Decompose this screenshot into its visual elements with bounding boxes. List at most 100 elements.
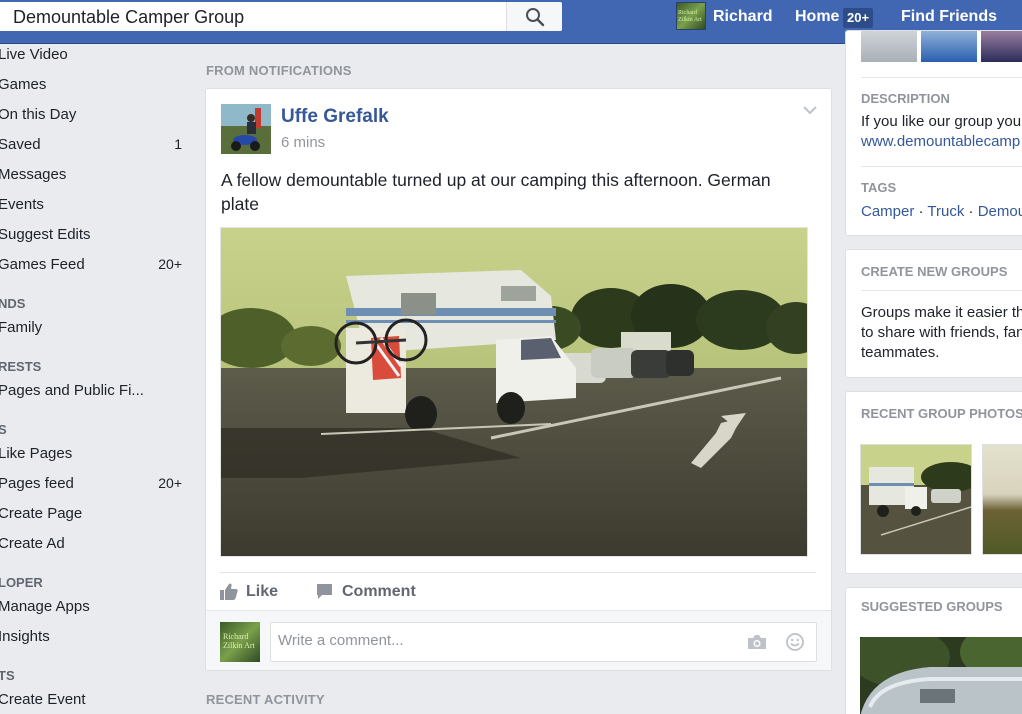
sidebar-item-count: 20+ xyxy=(158,475,182,491)
from-notifications-header: FROM NOTIFICATIONS xyxy=(206,63,352,78)
comment-input[interactable] xyxy=(278,632,718,649)
group-member-photo[interactable] xyxy=(921,31,977,62)
commenter-avatar-text: Richard Zilkin Art xyxy=(223,632,255,650)
home-notification-badge: 20+ xyxy=(843,8,874,28)
sidebar-item-label: Insights xyxy=(0,628,50,645)
recent-group-photos-card: RECENT GROUP PHOTOS xyxy=(845,391,1022,574)
tag-link[interactable]: Truck xyxy=(927,203,964,220)
chevron-down-icon[interactable] xyxy=(803,105,817,115)
sidebar-item-label: Games xyxy=(0,76,47,93)
sidebar-item-label: Live Video xyxy=(0,46,68,63)
like-button[interactable]: Like xyxy=(220,579,290,603)
search-icon xyxy=(526,8,545,27)
sidebar-item-manage-apps[interactable]: Manage Apps xyxy=(0,596,190,618)
airstream-thumbnail-image xyxy=(860,637,1022,714)
sidebar-item-label: Suggest Edits xyxy=(0,226,91,243)
sidebar-item-count: 20+ xyxy=(158,256,182,272)
group-member-photo[interactable] xyxy=(861,31,917,62)
tag-link[interactable]: Demou xyxy=(978,203,1022,220)
section-divider xyxy=(861,290,1022,291)
sidebar-item-label: Pages and Public Fi... xyxy=(0,382,144,399)
section-divider xyxy=(861,77,1022,78)
create-groups-label: CREATE NEW GROUPS xyxy=(861,264,1008,279)
group-photo-thumbnail[interactable] xyxy=(860,444,972,555)
sidebar-section-header: RESTS xyxy=(0,359,42,374)
create-groups-text-line: Groups make it easier th xyxy=(861,304,1022,321)
suggested-groups-label: SUGGESTED GROUPS xyxy=(861,599,1003,614)
suggested-groups-card: SUGGESTED GROUPS xyxy=(845,587,1022,714)
nav-profile-link[interactable]: Richard xyxy=(713,8,773,26)
sidebar-item-like-pages[interactable]: Like Pages xyxy=(0,443,190,465)
group-member-photo[interactable] xyxy=(981,31,1022,62)
post-author-avatar[interactable] xyxy=(221,104,271,154)
emoji-icon[interactable] xyxy=(786,633,804,651)
tag-separator: · xyxy=(964,203,978,220)
sidebar-item-label: Create Ad xyxy=(0,535,65,552)
sidebar-item-label: Create Page xyxy=(0,505,83,522)
tags-label: TAGS xyxy=(861,180,897,195)
recent-photos-label: RECENT GROUP PHOTOS xyxy=(861,406,1022,421)
create-groups-text-line: to share with friends, fan xyxy=(861,324,1022,341)
comment-input-box[interactable] xyxy=(270,622,817,662)
sidebar-item-on-this-day[interactable]: On this Day xyxy=(0,104,190,126)
sidebar-item-suggest-edits[interactable]: Suggest Edits xyxy=(0,224,190,246)
post-author-name[interactable]: Uffe Grefalk xyxy=(281,106,389,128)
sidebar-item-pages-feed[interactable]: Pages feed 20+ xyxy=(0,473,190,495)
sidebar-section-header: TS xyxy=(0,668,15,683)
comment-button[interactable]: Comment xyxy=(316,579,426,603)
sidebar-item-label: Manage Apps xyxy=(0,598,90,615)
post-divider xyxy=(220,572,816,573)
create-groups-card: CREATE NEW GROUPS Groups make it easier … xyxy=(845,249,1022,378)
sidebar-item-create-ad[interactable]: Create Ad xyxy=(0,533,190,555)
sidebar-item-label: Like Pages xyxy=(0,445,73,462)
camera-icon[interactable] xyxy=(747,634,767,650)
sidebar-item-label: Saved xyxy=(0,136,41,153)
nav-avatar[interactable]: Richard Zilkin Art xyxy=(676,2,706,30)
description-text: If you like our group you xyxy=(861,113,1022,130)
create-groups-text-line: teammates. xyxy=(861,344,940,361)
recent-activity-header: RECENT ACTIVITY xyxy=(206,692,325,707)
sidebar-item-family[interactable]: Family xyxy=(0,317,190,339)
comment-label: Comment xyxy=(342,583,416,600)
sidebar-item-create-event[interactable]: Create Event xyxy=(0,689,190,711)
suggested-group-photo[interactable] xyxy=(860,637,1022,714)
search-box[interactable]: Demountable Camper Group xyxy=(0,2,562,31)
camper-photo-image xyxy=(221,228,807,556)
sidebar-item-label: Games Feed xyxy=(0,256,85,273)
comment-icon xyxy=(317,584,332,599)
search-input[interactable]: Demountable Camper Group xyxy=(13,7,244,28)
sidebar-item-saved[interactable]: Saved 1 xyxy=(0,134,190,156)
commenter-avatar[interactable]: Richard Zilkin Art xyxy=(220,622,260,662)
post-photo[interactable] xyxy=(220,227,808,557)
tag-separator: · xyxy=(914,203,928,220)
section-divider xyxy=(861,166,1022,167)
sidebar-item-events[interactable]: Events xyxy=(0,194,190,216)
sidebar-item-label: Messages xyxy=(0,166,67,183)
sidebar-item-create-page[interactable]: Create Page xyxy=(0,503,190,525)
tags-list: Camper · Truck · Demou xyxy=(861,202,1022,222)
sidebar-item-label: Family xyxy=(0,319,43,336)
search-button[interactable] xyxy=(506,2,562,31)
description-link[interactable]: www.demountablecamp xyxy=(861,132,1020,152)
group-about-card: DESCRIPTION If you like our group you ww… xyxy=(845,30,1022,236)
sidebar-section-header: NDS xyxy=(0,296,26,311)
sidebar-item-label: Create Event xyxy=(0,691,86,708)
sidebar-item-insights[interactable]: Insights xyxy=(0,626,190,648)
sidebar-item-count: 1 xyxy=(174,136,182,152)
description-label: DESCRIPTION xyxy=(861,91,950,106)
sidebar-item-games-feed[interactable]: Games Feed 20+ xyxy=(0,254,190,276)
nav-find-friends-link[interactable]: Find Friends xyxy=(901,8,997,26)
sidebar-item-label: Events xyxy=(0,196,44,213)
post-timestamp[interactable]: 6 mins xyxy=(281,134,325,151)
group-photo-thumbnail[interactable] xyxy=(982,444,1022,555)
sidebar-section-header: S xyxy=(0,422,7,437)
post-card: Uffe Grefalk 6 mins A fellow demountable… xyxy=(205,88,832,671)
sidebar-item-games[interactable]: Games xyxy=(0,74,190,96)
post-text: A fellow demountable turned up at our ca… xyxy=(221,170,771,214)
comment-composer: Richard Zilkin Art xyxy=(206,610,831,670)
nav-home-link[interactable]: Home xyxy=(795,8,839,26)
tag-link[interactable]: Camper xyxy=(861,203,914,220)
sidebar-item-pages-public-figures[interactable]: Pages and Public Fi... xyxy=(0,380,190,402)
sidebar-item-messages[interactable]: Messages xyxy=(0,164,190,186)
sidebar-item-live-video[interactable]: Live Video xyxy=(0,44,190,66)
